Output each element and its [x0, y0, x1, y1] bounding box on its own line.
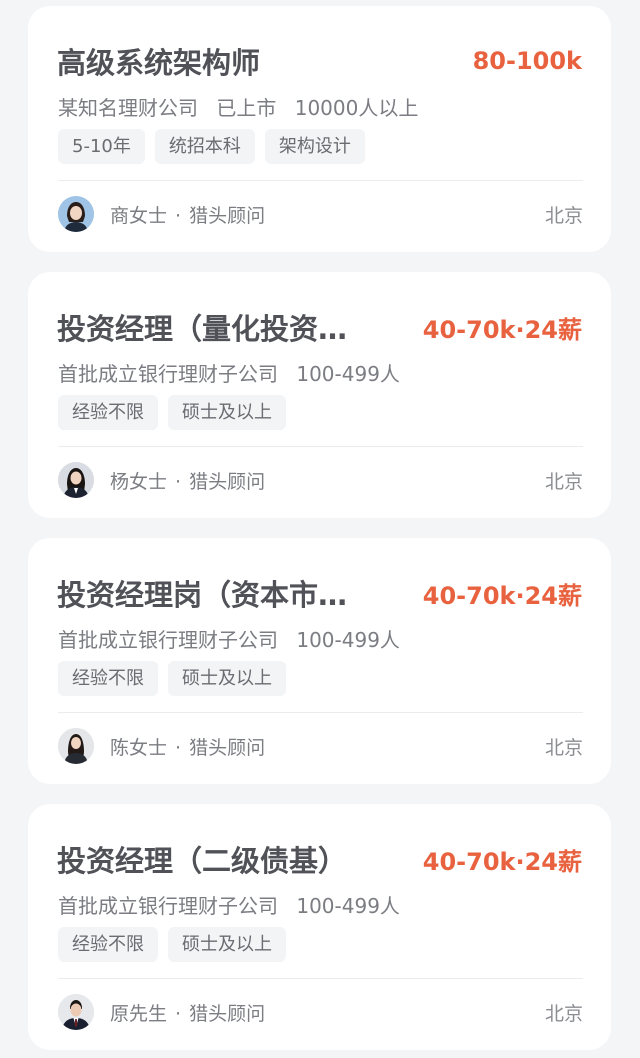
- recruiter[interactable]: 商女士 · 猎头顾问: [58, 196, 265, 232]
- job-tag: 5-10年: [58, 129, 145, 164]
- job-salary: 40-70k·24薪: [422, 847, 582, 876]
- job-card[interactable]: 投资经理（二级债基） 40-70k·24薪 首批成立银行理财子公司 100-49…: [28, 804, 611, 1050]
- card-divider: [58, 978, 583, 979]
- job-title: 高级系统架构师: [57, 46, 261, 80]
- job-card[interactable]: 高级系统架构师 80-100k 某知名理财公司 已上市 10000人以上 5-1…: [28, 6, 611, 252]
- job-tag: 经验不限: [58, 395, 158, 430]
- company-size: 10000人以上: [294, 96, 419, 120]
- job-card[interactable]: 投资经理（量化投资… 40-70k·24薪 首批成立银行理财子公司 100-49…: [28, 272, 611, 518]
- card-divider: [58, 446, 583, 447]
- job-title: 投资经理（二级债基）: [57, 844, 348, 878]
- company-size: 100-499人: [296, 894, 400, 918]
- company-info: 某知名理财公司 已上市 10000人以上: [58, 92, 418, 121]
- separator-dot: ·: [175, 736, 182, 759]
- company-name: 首批成立银行理财子公司: [58, 362, 278, 386]
- job-tag: 经验不限: [58, 661, 158, 696]
- recruiter-text: 商女士 · 猎头顾问: [110, 201, 265, 228]
- company-info: 首批成立银行理财子公司 100-499人: [58, 358, 400, 387]
- recruiter-name: 陈女士: [110, 736, 168, 759]
- company-status: 已上市: [216, 96, 277, 120]
- recruiter-role: 猎头顾问: [189, 1002, 266, 1025]
- recruiter-role: 猎头顾问: [189, 470, 266, 493]
- company-name: 首批成立银行理财子公司: [58, 894, 278, 918]
- job-city: 北京: [544, 1002, 583, 1025]
- job-title: 投资经理（量化投资…: [57, 312, 348, 346]
- job-tag: 统招本科: [154, 129, 255, 164]
- recruiter-name: 杨女士: [110, 470, 168, 493]
- job-card[interactable]: 投资经理岗（资本市… 40-70k·24薪 首批成立银行理财子公司 100-49…: [28, 538, 611, 784]
- job-salary: 40-70k·24薪: [422, 315, 582, 344]
- job-title-row: 高级系统架构师 80-100k: [57, 38, 582, 84]
- recruiter-name: 商女士: [110, 204, 168, 227]
- job-tag: 经验不限: [58, 927, 158, 962]
- recruiter[interactable]: 陈女士 · 猎头顾问: [58, 728, 265, 764]
- company-info: 首批成立银行理财子公司 100-499人: [58, 890, 400, 919]
- card-divider: [58, 712, 583, 713]
- job-tag: 硕士及以上: [168, 661, 286, 696]
- job-title-row: 投资经理岗（资本市… 40-70k·24薪: [57, 570, 582, 616]
- job-city: 北京: [544, 736, 583, 759]
- separator-dot: ·: [175, 204, 182, 227]
- job-tag: 架构设计: [264, 129, 365, 164]
- woman-portrait-icon: [58, 728, 94, 764]
- job-salary: 40-70k·24薪: [422, 581, 582, 610]
- job-city: 北京: [544, 470, 583, 493]
- card-footer: 原先生 · 猎头顾问 北京: [58, 992, 583, 1032]
- card-footer: 陈女士 · 猎头顾问 北京: [58, 726, 583, 766]
- woman-portrait-icon: [58, 196, 94, 232]
- man-portrait-icon: [58, 994, 94, 1030]
- company-size: 100-499人: [296, 362, 400, 386]
- recruiter-name: 原先生: [110, 1002, 168, 1025]
- job-list: 高级系统架构师 80-100k 某知名理财公司 已上市 10000人以上 5-1…: [0, 0, 640, 1058]
- woman-portrait-icon: [58, 462, 94, 498]
- job-tags: 经验不限 硕士及以上: [58, 661, 286, 696]
- job-tag: 硕士及以上: [168, 927, 286, 962]
- job-title-row: 投资经理（量化投资… 40-70k·24薪: [57, 304, 582, 350]
- card-divider: [58, 180, 583, 181]
- job-city: 北京: [544, 204, 583, 227]
- card-footer: 杨女士 · 猎头顾问 北京: [58, 460, 583, 500]
- recruiter-role: 猎头顾问: [189, 736, 266, 759]
- job-tags: 经验不限 硕士及以上: [58, 395, 286, 430]
- job-salary: 80-100k: [472, 47, 582, 75]
- company-name: 某知名理财公司: [58, 96, 198, 120]
- separator-dot: ·: [175, 1002, 182, 1025]
- company-name: 首批成立银行理财子公司: [58, 628, 278, 652]
- company-size: 100-499人: [296, 628, 400, 652]
- job-title-row: 投资经理（二级债基） 40-70k·24薪: [57, 836, 582, 882]
- recruiter-text: 陈女士 · 猎头顾问: [110, 733, 265, 760]
- company-info: 首批成立银行理财子公司 100-499人: [58, 624, 400, 653]
- job-tags: 经验不限 硕士及以上: [58, 927, 286, 962]
- recruiter-role: 猎头顾问: [189, 204, 266, 227]
- recruiter-text: 杨女士 · 猎头顾问: [110, 467, 265, 494]
- job-tag: 硕士及以上: [168, 395, 286, 430]
- separator-dot: ·: [175, 470, 182, 493]
- job-tags: 5-10年 统招本科 架构设计: [58, 129, 365, 164]
- recruiter[interactable]: 杨女士 · 猎头顾问: [58, 462, 265, 498]
- recruiter-text: 原先生 · 猎头顾问: [110, 999, 265, 1026]
- card-footer: 商女士 · 猎头顾问 北京: [58, 194, 583, 234]
- recruiter[interactable]: 原先生 · 猎头顾问: [58, 994, 265, 1030]
- job-title: 投资经理岗（资本市…: [57, 578, 348, 612]
